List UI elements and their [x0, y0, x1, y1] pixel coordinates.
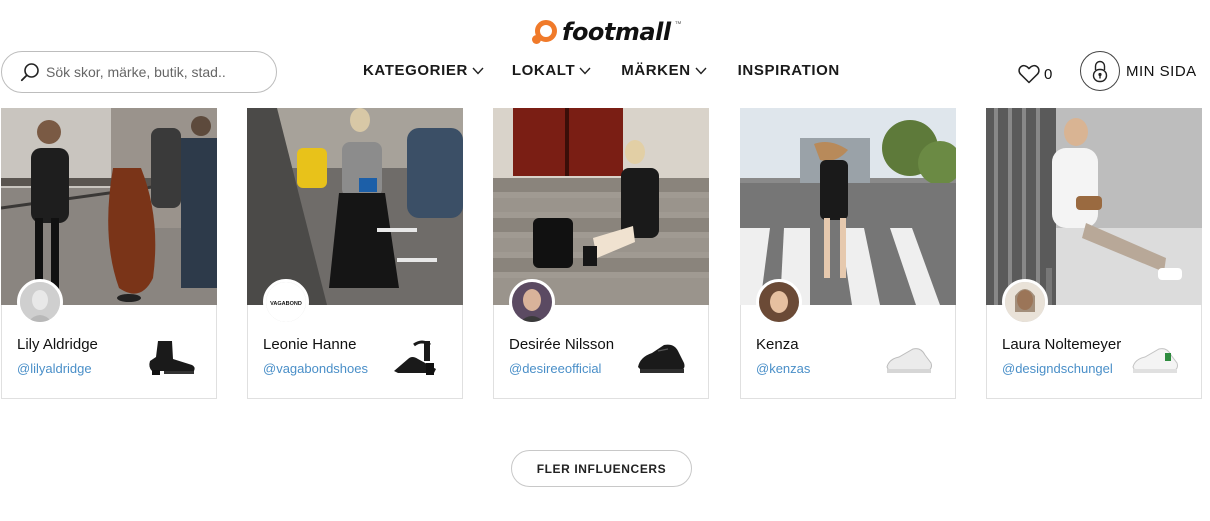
search-input[interactable] — [46, 64, 246, 80]
influencer-name: Lily Aldridge — [17, 336, 98, 353]
favorites-count: 0 — [1044, 65, 1053, 83]
my-page-label: MIN SIDA — [1126, 62, 1197, 80]
influencer-photo — [493, 108, 709, 305]
ankle-boot-icon — [149, 341, 195, 375]
influencer-photo — [986, 108, 1202, 305]
nav-label: LOKALT — [511, 62, 576, 79]
influencer-photo — [1, 108, 217, 305]
influencer-avatar: VAGABOND — [263, 279, 309, 325]
influencer-card[interactable]: Lily Aldridge @lilyaldridge — [1, 108, 217, 399]
white-sneaker-icon — [886, 348, 932, 373]
trademark-symbol: ™ — [674, 20, 682, 28]
nav-item-marken[interactable]: MÄRKEN — [621, 62, 707, 79]
influencer-avatar — [509, 279, 555, 325]
nav-label: MÄRKEN — [621, 62, 691, 79]
influencer-avatar — [756, 279, 802, 325]
influencer-card[interactable]: Desirée Nilsson @desireeofficial — [493, 108, 709, 399]
chevron-down-icon — [579, 67, 591, 75]
influencer-name: Kenza — [756, 336, 799, 353]
nav-item-kategorier[interactable]: KATEGORIER — [363, 62, 484, 79]
nav-item-inspiration[interactable]: INSPIRATION — [738, 62, 840, 79]
influencer-handle-link[interactable]: @lilyaldridge — [17, 361, 92, 376]
influencer-name: Laura Noltemeyer — [1002, 336, 1122, 353]
more-influencers-button[interactable]: FLER INFLUENCERS — [511, 450, 692, 487]
strappy-heel-icon — [394, 340, 436, 375]
influencer-handle-link[interactable]: @desireeofficial — [509, 361, 601, 376]
main-nav: KATEGORIER LOKALT MÄRKEN INSPIRATION — [363, 62, 840, 79]
nav-item-lokalt[interactable]: LOKALT — [512, 62, 591, 79]
influencer-avatar — [17, 279, 63, 325]
influencer-photo — [740, 108, 956, 305]
svg-text:VAGABOND: VAGABOND — [270, 301, 302, 307]
influencer-name: Leonie Hanne — [263, 336, 357, 353]
heart-icon — [1018, 64, 1040, 84]
logo-mark-icon — [532, 19, 558, 45]
influencer-handle-link[interactable]: @designdschungel — [1002, 361, 1113, 376]
influencer-avatar — [1002, 279, 1048, 325]
influencer-handle-link[interactable]: @vagabondshoes — [263, 361, 368, 376]
search-icon — [20, 63, 39, 82]
chevron-down-icon — [695, 67, 707, 75]
logo-wordmark: footmall — [562, 18, 671, 46]
lock-icon — [1080, 51, 1120, 91]
footmall-logo[interactable]: footmall ™ — [532, 18, 682, 46]
nav-label: INSPIRATION — [737, 62, 840, 79]
chevron-down-icon — [472, 67, 484, 75]
influencer-card[interactable]: Kenza @kenzas — [740, 108, 956, 399]
influencer-name: Desirée Nilsson — [509, 336, 615, 353]
nav-label: KATEGORIER — [363, 62, 468, 79]
influencer-card[interactable]: VAGABOND Leonie Hanne @vagabondshoes — [247, 108, 463, 399]
influencer-card[interactable]: Laura Noltemeyer @designdschungel — [986, 108, 1202, 399]
favorites-button[interactable]: 0 — [1018, 64, 1052, 84]
search-bar[interactable] — [1, 51, 277, 93]
wedge-sneaker-icon — [638, 344, 685, 373]
influencer-photo — [247, 108, 463, 305]
white-green-sneaker-icon — [1132, 348, 1178, 373]
my-page-button[interactable]: MIN SIDA — [1080, 51, 1197, 91]
influencer-handle-link[interactable]: @kenzas — [756, 361, 810, 376]
